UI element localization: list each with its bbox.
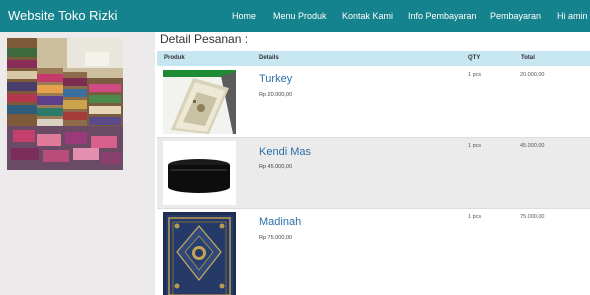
top-navbar: Website Toko Rizki Home Menu Produk Kont… — [0, 0, 590, 32]
product-name[interactable]: Kendi Mas — [259, 146, 311, 158]
column-header-qty: QTY — [468, 55, 481, 61]
table-row: Turkey Rp 20.000,00 1 pcs 20.000,00 — [157, 66, 590, 137]
nav-info-pembayaran[interactable]: Info Pembayaran — [408, 0, 477, 32]
shop-interior-photo — [7, 38, 123, 170]
table-header: Produk Details QTY Total — [157, 51, 590, 66]
product-name[interactable]: Madinah — [259, 216, 301, 228]
table-row: Kendi Mas Rp 45.000,00 1 pcs 45.000,00 — [157, 137, 590, 208]
product-qty: 1 pcs — [468, 72, 482, 78]
product-image-turkey — [163, 70, 236, 134]
product-qty: 1 pcs — [468, 143, 482, 149]
product-total: 45.000,00 — [520, 143, 545, 149]
nav-kontak-kami[interactable]: Kontak Kami — [342, 0, 393, 32]
nav-user-greeting[interactable]: Hi amin — [557, 0, 588, 32]
nav-home[interactable]: Home — [232, 0, 256, 32]
column-header-produk: Produk — [164, 55, 185, 61]
page-title: Detail Pesanan : — [160, 32, 249, 46]
sidebar — [0, 32, 155, 295]
product-qty: 1 pcs — [468, 214, 482, 220]
row-divider — [157, 208, 590, 209]
nav-pembayaran[interactable]: Pembayaran — [490, 0, 541, 32]
product-image-madinah — [163, 212, 236, 295]
column-header-total: Total — [521, 55, 535, 61]
product-price: Rp 75.000,00 — [259, 235, 293, 241]
column-header-details: Details — [259, 55, 279, 61]
nav-menu-produk[interactable]: Menu Produk — [273, 0, 327, 32]
product-price: Rp 20.000,00 — [259, 92, 293, 98]
product-price: Rp 45.000,00 — [259, 164, 293, 170]
product-name[interactable]: Turkey — [259, 73, 292, 85]
product-total: 75.000,00 — [520, 214, 545, 220]
product-image-kendi-mas — [163, 141, 236, 205]
brand-link[interactable]: Website Toko Rizki — [8, 0, 117, 32]
product-total: 20.000,00 — [520, 72, 545, 78]
table-row: Madinah Rp 75.000,00 1 pcs 75.000,00 — [157, 208, 590, 295]
row-divider — [157, 137, 590, 138]
